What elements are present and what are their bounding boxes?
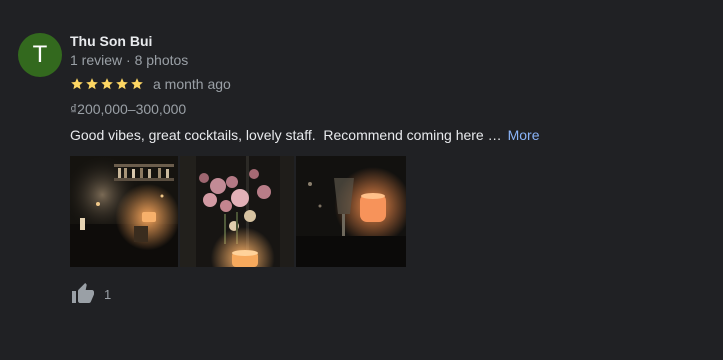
- thumbs-up-icon[interactable]: [70, 282, 96, 306]
- rating-row: a month ago: [70, 75, 231, 93]
- star-icon: [70, 77, 84, 91]
- review-text-row: Good vibes, great cocktails, lovely staf…: [70, 127, 540, 143]
- review-text: Good vibes, great cocktails, lovely staf…: [70, 127, 502, 143]
- star-rating: [70, 77, 144, 91]
- bar-interior-photo[interactable]: [70, 156, 178, 267]
- star-icon: [100, 77, 114, 91]
- reviewer-meta: 1 review · 8 photos: [70, 52, 189, 68]
- candle-glass-photo[interactable]: [296, 156, 406, 267]
- photo-strip: [70, 156, 406, 267]
- like-row: 1: [70, 282, 111, 306]
- review-date: a month ago: [153, 76, 231, 92]
- like-count: 1: [104, 286, 112, 302]
- star-icon: [130, 77, 144, 91]
- more-link[interactable]: More: [508, 127, 540, 143]
- star-icon: [115, 77, 129, 91]
- avatar[interactable]: T: [18, 33, 62, 77]
- price-range: ₫200,000–300,000: [70, 101, 187, 117]
- star-icon: [85, 77, 99, 91]
- flowers-candle-photo[interactable]: [180, 156, 294, 267]
- avatar-initial: T: [32, 41, 48, 68]
- review-card: T Thu Son Bui 1 review · 8 photos a mont…: [0, 0, 723, 360]
- reviewer-name[interactable]: Thu Son Bui: [70, 33, 152, 49]
